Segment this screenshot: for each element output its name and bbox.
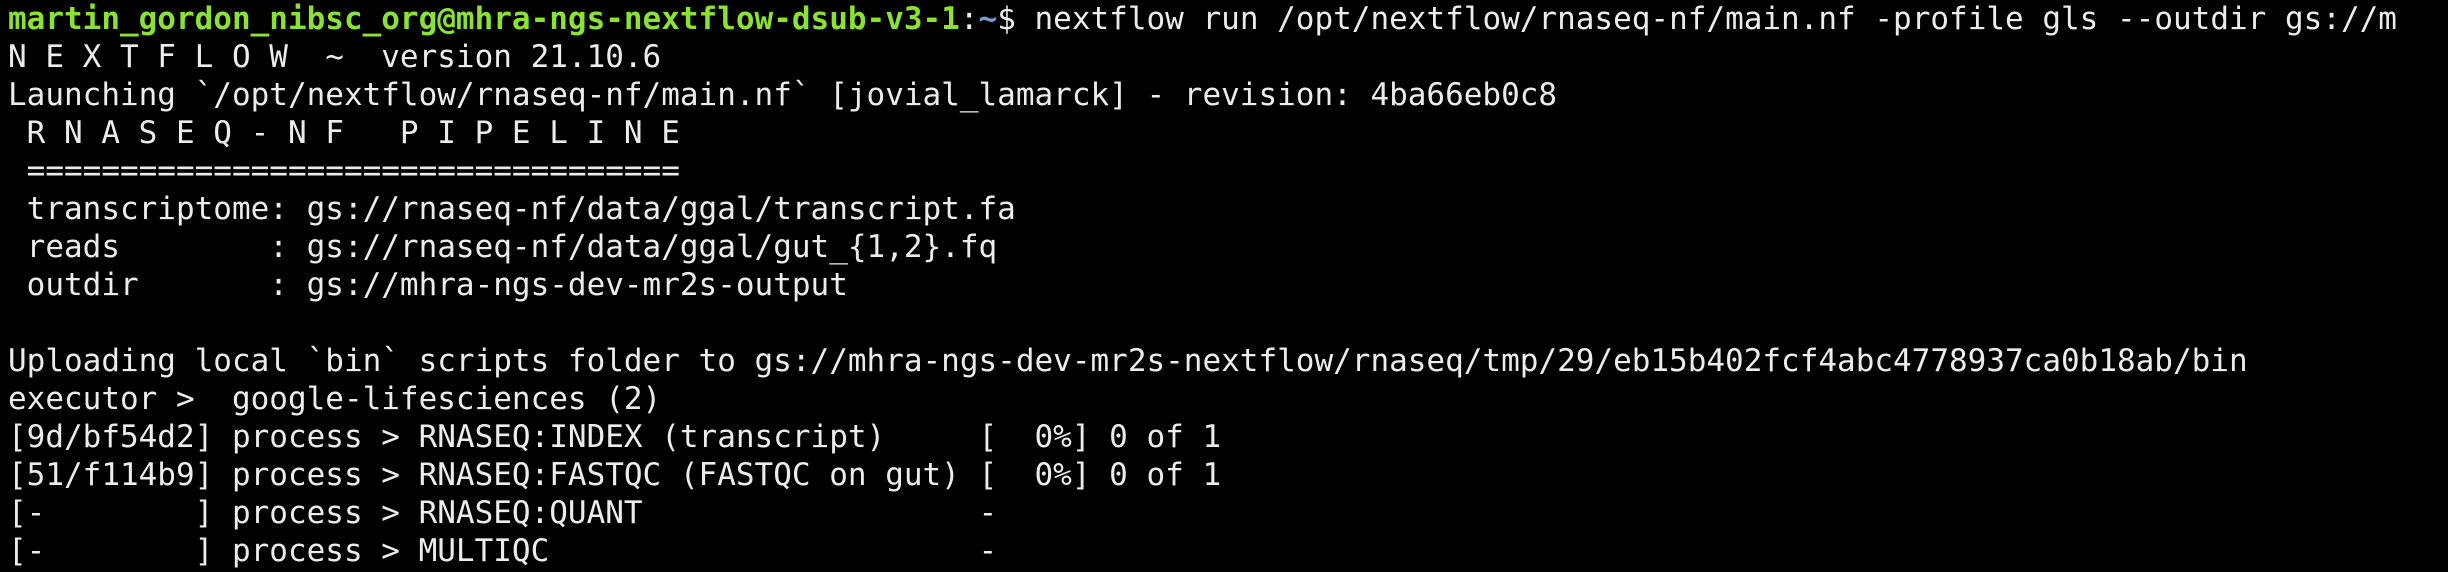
- reads-param-line: reads : gs://rnaseq-nf/data/ggal/gut_{1,…: [8, 229, 998, 265]
- command-text: nextflow run /opt/nextflow/rnaseq-nf/mai…: [1034, 1, 2397, 37]
- nextflow-version-line: N E X T F L O W ~ version 21.10.6: [8, 39, 662, 75]
- prompt-path: ~: [978, 1, 998, 37]
- uploading-bin-line: Uploading local `bin` scripts folder to …: [8, 343, 2248, 379]
- transcriptome-param-line: transcriptome: gs://rnaseq-nf/data/ggal/…: [8, 191, 1016, 227]
- pipeline-title-line: R N A S E Q - N F P I P E L I N E: [8, 115, 680, 151]
- prompt-user-host: martin_gordon_nibsc_org@mhra-ngs-nextflo…: [8, 1, 960, 37]
- executor-line: executor > google-lifesciences (2): [8, 381, 662, 417]
- outdir-param-line: outdir : gs://mhra-ngs-dev-mr2s-output: [8, 267, 848, 303]
- prompt-separator: :: [959, 1, 979, 37]
- prompt-symbol: $: [997, 1, 1035, 37]
- process-fastqc-line: [51/f114b9] process > RNASEQ:FASTQC (FAS…: [8, 457, 1222, 493]
- process-quant-line: [- ] process > RNASEQ:QUANT -: [8, 495, 998, 531]
- launching-line: Launching `/opt/nextflow/rnaseq-nf/main.…: [8, 77, 1558, 113]
- terminal-window[interactable]: martin_gordon_nibsc_org@mhra-ngs-nextflo…: [0, 0, 2448, 572]
- pipeline-divider-line: ===================================: [8, 153, 680, 189]
- process-index-line: [9d/bf54d2] process > RNASEQ:INDEX (tran…: [8, 419, 1222, 455]
- command-prompt-line: martin_gordon_nibsc_org@mhra-ngs-nextflo…: [8, 0, 2397, 38]
- process-multiqc-line: [- ] process > MULTIQC -: [8, 533, 998, 569]
